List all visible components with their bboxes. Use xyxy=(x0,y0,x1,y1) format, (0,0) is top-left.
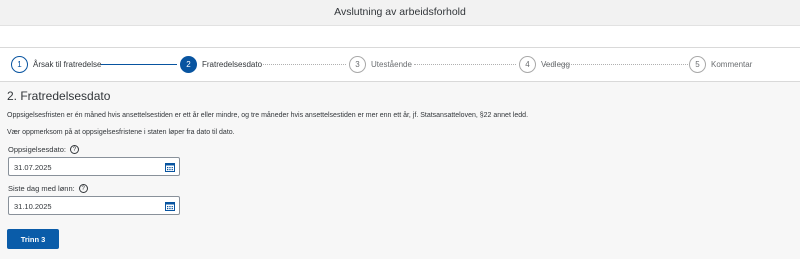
termination-date-label: Oppsigelsesdato: xyxy=(8,145,66,154)
page-title: Avslutning av arbeidsforhold xyxy=(334,6,466,18)
app-header: Avslutning av arbeidsforhold xyxy=(0,0,800,26)
calendar-icon[interactable] xyxy=(165,201,175,211)
help-circle-icon[interactable]: ? xyxy=(69,145,79,154)
step-number-4: 4 xyxy=(519,56,536,73)
step-connector-2 xyxy=(263,64,346,65)
last-paid-day-input[interactable]: 31.10.2025 xyxy=(8,196,180,215)
step-number-3: 3 xyxy=(349,56,366,73)
wizard-step-1[interactable]: 1 Årsak til fratredelse xyxy=(11,56,101,73)
notice-period-info: Oppsigelsesfristen er én måned hvis anse… xyxy=(7,112,529,119)
section-title: 2. Fratredelsesdato xyxy=(7,89,111,103)
step-label-3: Utestående xyxy=(371,60,412,69)
help-circle-icon[interactable]: ? xyxy=(78,184,88,193)
wizard-step-3[interactable]: 3 Utestående xyxy=(349,56,412,73)
last-paid-day-label: Siste dag med lønn: xyxy=(8,184,75,193)
wizard-step-4[interactable]: 4 Vedlegg xyxy=(519,56,570,73)
step-number-1: 1 xyxy=(11,56,28,73)
step-connector-3 xyxy=(414,64,516,65)
termination-date-input[interactable]: 31.07.2025 xyxy=(8,157,180,176)
header-spacer xyxy=(0,26,800,47)
wizard-step-5[interactable]: 5 Kommentar xyxy=(689,56,752,73)
wizard-step-2[interactable]: 2 Fratredelsesdato xyxy=(180,56,262,73)
step-label-5: Kommentar xyxy=(711,60,753,69)
last-paid-day-value: 31.10.2025 xyxy=(14,202,52,211)
step-label-2: Fratredelsesdato xyxy=(202,60,263,69)
last-paid-day-label-row: Siste dag med lønn: ? xyxy=(8,184,88,193)
form-section: 2. Fratredelsesdato Oppsigelsesfristen e… xyxy=(7,89,793,136)
next-step-button[interactable]: Trinn 3 xyxy=(7,229,59,249)
step-number-2: 2 xyxy=(180,56,197,73)
calendar-icon[interactable] xyxy=(165,162,175,172)
step-label-4: Vedlegg xyxy=(541,60,570,69)
termination-date-value: 31.07.2025 xyxy=(14,163,52,172)
step-connector-1 xyxy=(101,64,177,65)
termination-date-label-row: Oppsigelsesdato: ? xyxy=(8,145,79,154)
step-number-5: 5 xyxy=(689,56,706,73)
deadline-info: Vær oppmerksom på at oppsigelsesfristene… xyxy=(7,129,235,136)
step-label-1: Årsak til fratredelse xyxy=(33,60,102,69)
